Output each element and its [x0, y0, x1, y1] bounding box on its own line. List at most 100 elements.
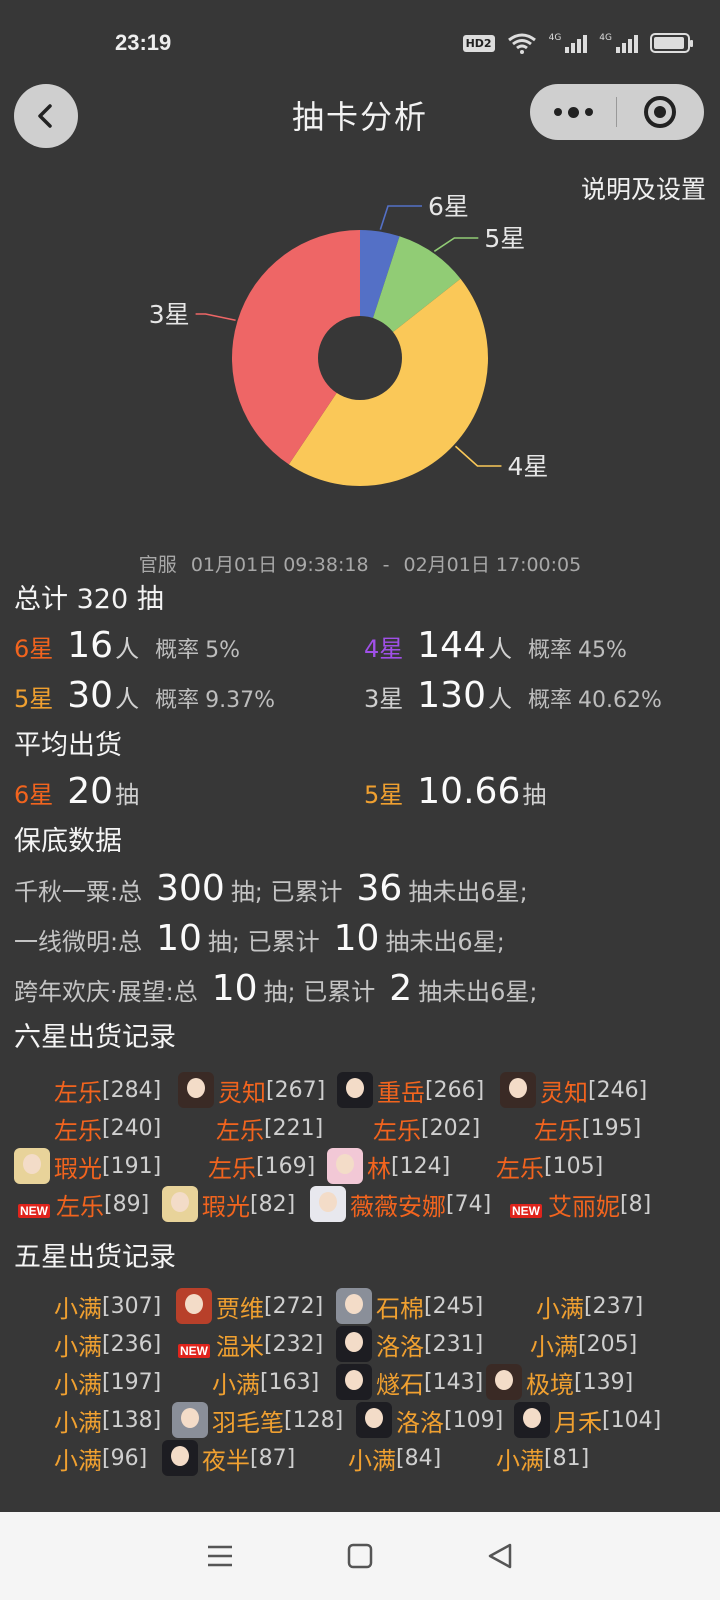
record-count: [139]: [574, 1369, 634, 1395]
more-button[interactable]: [530, 84, 616, 140]
record-count: [236]: [102, 1331, 162, 1357]
record-count: [272]: [264, 1293, 324, 1319]
label-leader-line: [454, 445, 502, 467]
star-label: 4星: [364, 634, 404, 663]
new-badge: NEW: [18, 1204, 50, 1218]
range-start: 01月01日 09:38:18: [190, 554, 369, 576]
record-count: [246]: [588, 1077, 648, 1103]
average-row: 6星 20 抽 5星 10.66 抽: [14, 766, 714, 816]
status-time: 23:19: [115, 30, 172, 55]
stat-3star: 3星 130 人 概率 40.62%: [364, 675, 714, 716]
status-bar: 23:19 HD2 4G 4G: [0, 0, 720, 80]
record-name: 夜半: [202, 1446, 250, 1475]
record-name: 小满: [496, 1446, 544, 1475]
record-count: [128]: [284, 1407, 344, 1433]
avatar: [337, 1072, 373, 1108]
rate-value: 5%: [205, 637, 241, 663]
label-leader-line: [433, 237, 479, 253]
record-count: [202]: [421, 1115, 481, 1141]
record-item: 月禾 [104]: [514, 1402, 661, 1438]
stats-row: 6星 16 人 概率 5% 4星 144 人 概率 45%: [14, 620, 714, 670]
record-name: 贾维: [216, 1294, 264, 1323]
record-item: 燧石 [143]: [336, 1364, 483, 1400]
record-count: [84]: [396, 1445, 442, 1471]
record-item: 左乐 [221]: [216, 1110, 323, 1146]
star-label: 6星: [14, 780, 54, 809]
avatar: [172, 1402, 208, 1438]
record-item: 瑕光 [82]: [162, 1186, 295, 1222]
record-count: [266]: [425, 1077, 485, 1103]
record-name: 左乐: [216, 1116, 264, 1145]
pity-row: 千秋一粟:总 300 抽; 已累计 36 抽未出6星;: [14, 862, 714, 912]
record-count: [105]: [544, 1153, 604, 1179]
record-name: 小满: [530, 1332, 578, 1361]
record-count: [245]: [424, 1293, 484, 1319]
dot-icon: [584, 108, 593, 116]
new-badge: NEW: [510, 1204, 542, 1218]
home-icon[interactable]: [344, 1540, 376, 1572]
close-miniprogram-button[interactable]: [617, 84, 703, 140]
record-item: 小满 [236]: [54, 1326, 161, 1362]
record-count: [191]: [102, 1153, 162, 1179]
record-item: 小满 [96]: [54, 1440, 147, 1476]
record-name: 艾丽妮: [548, 1192, 620, 1221]
rate-value: 45%: [578, 637, 627, 663]
record-count: [197]: [102, 1369, 162, 1395]
average-value: 20: [67, 770, 114, 812]
back-triangle-icon[interactable]: [484, 1540, 516, 1572]
slice-label: 3星: [149, 300, 190, 329]
record-name: 石棉: [376, 1294, 424, 1323]
hd-voice-icon: HD2: [462, 34, 495, 52]
record-count: [96]: [102, 1445, 148, 1471]
record-name: 洛洛: [396, 1408, 444, 1437]
record-item: 小满 [307]: [54, 1288, 161, 1324]
record-item: NEW 温米 [232]: [174, 1326, 323, 1362]
record-name: 小满: [536, 1294, 584, 1323]
record-item: 石棉 [245]: [336, 1288, 483, 1324]
record-name: 灵知: [218, 1078, 266, 1107]
record-count: [163]: [260, 1369, 320, 1395]
average-unit: 抽: [522, 780, 547, 809]
record-name: 小满: [54, 1332, 102, 1361]
system-nav-bar: [0, 1512, 720, 1600]
donut-hole: [318, 316, 402, 400]
record-item: 小满 [138]: [54, 1402, 161, 1438]
banner-name: 千秋一粟:总: [14, 878, 143, 906]
average-unit: 抽: [115, 780, 140, 809]
record-name: 林: [367, 1154, 391, 1183]
record-item: 林 [124]: [327, 1148, 450, 1184]
label-leader-line: [195, 313, 236, 322]
avatar: [178, 1072, 214, 1108]
dot-icon: [553, 108, 562, 116]
range-dash: -: [382, 554, 390, 576]
total-pulls: 总计 320 抽: [14, 584, 164, 615]
menu-icon[interactable]: [204, 1540, 236, 1572]
record-item: NEW 左乐 [89]: [14, 1186, 149, 1222]
average-6star: 6星 20 抽: [14, 771, 364, 812]
label-leader-line: [379, 205, 422, 230]
rate-label: 概率: [155, 687, 200, 713]
pity-tail: 抽未出6星;: [418, 978, 538, 1006]
pity-mid: 抽; 已累计: [263, 978, 376, 1006]
pity-title: 保底数据: [14, 826, 122, 857]
stat-count: 30: [67, 674, 114, 716]
avatar: [500, 1072, 536, 1108]
pity-total: 300: [156, 868, 225, 909]
pity-total: 10: [156, 918, 202, 959]
record-item: 小满 [205]: [530, 1326, 637, 1362]
pity-row: 一线微明:总 10 抽; 已累计 10 抽未出6星;: [14, 912, 714, 962]
record-item: 瑕光 [191]: [14, 1148, 161, 1184]
record-item: NEW 艾丽妮 [8]: [506, 1186, 651, 1222]
record-item: 洛洛 [109]: [356, 1402, 503, 1438]
slice-label: 5星: [484, 224, 525, 253]
record-count: [124]: [391, 1153, 451, 1179]
pity-mid: 抽; 已累计: [230, 878, 343, 906]
avatar: [514, 1402, 550, 1438]
signal-icon-1: 4G: [549, 33, 588, 53]
record-name: 月禾: [554, 1408, 602, 1437]
status-icons: HD2 4G 4G: [462, 32, 693, 54]
record-item: 洛洛 [231]: [336, 1326, 483, 1362]
avatar: [162, 1186, 198, 1222]
star-label: 3星: [364, 684, 404, 713]
record-name: 小满: [54, 1408, 102, 1437]
